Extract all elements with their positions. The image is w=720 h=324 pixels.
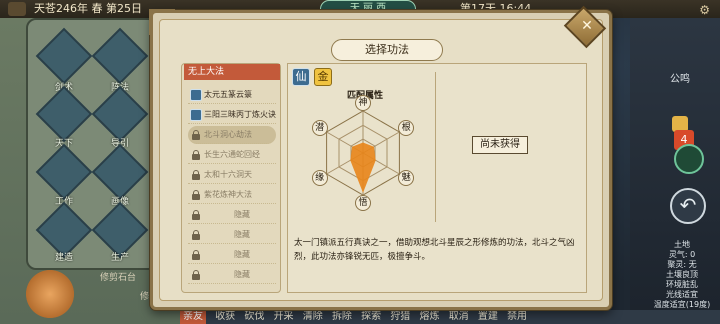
sect-icon xyxy=(190,109,202,121)
sect-icon xyxy=(190,89,202,101)
gourd-icon[interactable] xyxy=(20,268,80,320)
technique-description: 太一门镇派五行真诀之一，借助观想北斗星辰之形修炼的功法，北斗之气凶烈，此功法亦锋… xyxy=(294,238,575,262)
stat-line: 环境脏乱 xyxy=(666,280,698,289)
lock-icon xyxy=(190,129,202,141)
list-item-selected[interactable]: 北斗洞心劫法 xyxy=(188,126,276,144)
skill-icon-1[interactable] xyxy=(35,27,93,85)
skill-icon-2[interactable] xyxy=(91,27,149,85)
technique-detail: 仙 金 匹配属性 神 根 魅 悟 缘 潜 尚未获得 太一门镇派五行真诀之一，借助… xyxy=(287,63,587,293)
action-harvest[interactable]: 收获 xyxy=(215,310,235,324)
wheel-node-potential: 潜 xyxy=(311,120,328,136)
list-item[interactable]: 三阳三昧丙丁炼火诀 xyxy=(188,106,276,124)
select-technique-dialog: 选择功法 ✕ 无上大法 太元五篆云箓 三阳三昧丙丁炼火诀 北斗洞心劫法 长生六通… xyxy=(149,5,612,310)
back-arrow-button[interactable]: ↶ xyxy=(670,188,706,224)
lock-icon xyxy=(190,189,202,201)
skill-label-7: 建造 xyxy=(54,253,73,263)
list-item[interactable]: 隐藏 xyxy=(188,206,276,224)
frame-corner xyxy=(149,9,175,35)
stat-line: 土壤良顶 xyxy=(666,270,698,279)
swirl-icon[interactable] xyxy=(674,144,704,174)
right-hud: 公鸣 4 ↶ 土地 灵气: 0 聚灵: 无 土壤良顶 环境脏乱 光线适宜 温度适… xyxy=(640,18,720,324)
wheel-node-insight: 悟 xyxy=(355,195,371,211)
public-label: 公鸣 xyxy=(670,74,690,85)
action-clear[interactable]: 清除 xyxy=(303,310,323,324)
action-demolish[interactable]: 拆除 xyxy=(332,310,352,324)
item-name: 三阳三昧丙丁炼火诀 xyxy=(204,110,276,119)
action-explore[interactable]: 探索 xyxy=(361,310,381,324)
lock-icon xyxy=(190,229,202,241)
lock-icon xyxy=(190,149,202,161)
list-item[interactable]: 隐藏 xyxy=(188,266,276,284)
action-disable[interactable]: 禁用 xyxy=(507,310,527,324)
item-name: 太和十六洞天 xyxy=(204,170,252,179)
technique-list: 无上大法 太元五篆云箓 三阳三昧丙丁炼火诀 北斗洞心劫法 长生六通蛇回经 太和十… xyxy=(181,63,281,293)
list-item[interactable]: 长生六通蛇回经 xyxy=(188,146,276,164)
action-mine[interactable]: 开采 xyxy=(274,310,294,324)
menu-icon[interactable] xyxy=(8,2,26,16)
list-item[interactable]: 紫花炼神大法 xyxy=(188,186,276,204)
lock-icon xyxy=(190,249,202,261)
action-bar: 亲友 收获 砍伐 开采 清除 拆除 探索 狩猎 熔炼 取消 置建 禁用 xyxy=(180,310,720,324)
item-name: 紫花炼神大法 xyxy=(204,190,252,199)
stat-line: 土地 xyxy=(674,240,690,249)
settings-gear-icon[interactable]: ⚙ xyxy=(699,1,710,19)
item-name: 长生六通蛇回经 xyxy=(204,150,260,159)
stat-line: 聚灵: 无 xyxy=(667,260,697,269)
item-name: 隐藏 xyxy=(234,230,250,239)
item-name: 隐藏 xyxy=(234,210,250,219)
list-item[interactable]: 隐藏 xyxy=(188,226,276,244)
item-name: 北斗洞心劫法 xyxy=(204,130,252,139)
stat-line: 温度适宜(19度) xyxy=(653,300,711,309)
item-name: 隐藏 xyxy=(234,270,250,279)
list-item[interactable]: 太元五篆云箓 xyxy=(188,86,276,104)
skill-wheel-panel: 剑术 阵法 天下 导引 工作 画像 建造 生产 xyxy=(26,18,158,270)
wheel-node-fate: 缘 xyxy=(311,170,328,186)
action-cancel[interactable]: 取消 xyxy=(449,310,469,324)
element-tag: 金 xyxy=(314,68,332,86)
action-hunt[interactable]: 狩猎 xyxy=(390,310,410,324)
lock-icon xyxy=(190,209,202,221)
skill-icon-4[interactable] xyxy=(91,85,149,143)
wheel-node-spirit: 神 xyxy=(355,95,371,111)
category-header[interactable]: 无上大法 xyxy=(184,64,280,80)
stat-line: 光线适宜 xyxy=(666,290,698,299)
location-label: 修剪石台 xyxy=(100,273,137,283)
calendar-date: 天苍246年 春 第25日 xyxy=(34,2,142,15)
item-name: 太元五篆云箓 xyxy=(204,90,252,99)
skill-icon-5[interactable] xyxy=(35,143,93,201)
action-rebuild[interactable]: 置建 xyxy=(478,310,498,324)
action-smelt[interactable]: 熔炼 xyxy=(420,310,440,324)
list-item[interactable]: 太和十六洞天 xyxy=(188,166,276,184)
detail-divider xyxy=(435,72,436,222)
attribute-wheel: 神 根 魅 悟 缘 潜 xyxy=(308,95,418,211)
lock-icon xyxy=(190,269,202,281)
dialog-title: 选择功法 xyxy=(331,39,443,61)
action-chop[interactable]: 砍伐 xyxy=(244,310,264,324)
lock-icon xyxy=(190,169,202,181)
item-name: 隐藏 xyxy=(234,250,250,259)
sect-tag: 仙 xyxy=(292,68,310,86)
obtain-status: 尚未获得 xyxy=(472,136,528,154)
attribute-wheel-graphic xyxy=(326,110,400,196)
skill-icon-3[interactable] xyxy=(35,85,93,143)
attribute-fill xyxy=(350,142,376,193)
friends-tab[interactable]: 亲友 xyxy=(180,310,206,324)
stat-line: 灵气: 0 xyxy=(668,250,696,259)
tile-stats: 土地 灵气: 0 聚灵: 无 土壤良顶 环境脏乱 光线适宜 温度适宜(19度) xyxy=(644,240,720,310)
skill-icon-6[interactable] xyxy=(91,143,149,201)
skill-label-8: 生产 xyxy=(110,253,129,263)
close-icon[interactable]: ✕ xyxy=(575,14,599,38)
list-item[interactable]: 隐藏 xyxy=(188,246,276,264)
